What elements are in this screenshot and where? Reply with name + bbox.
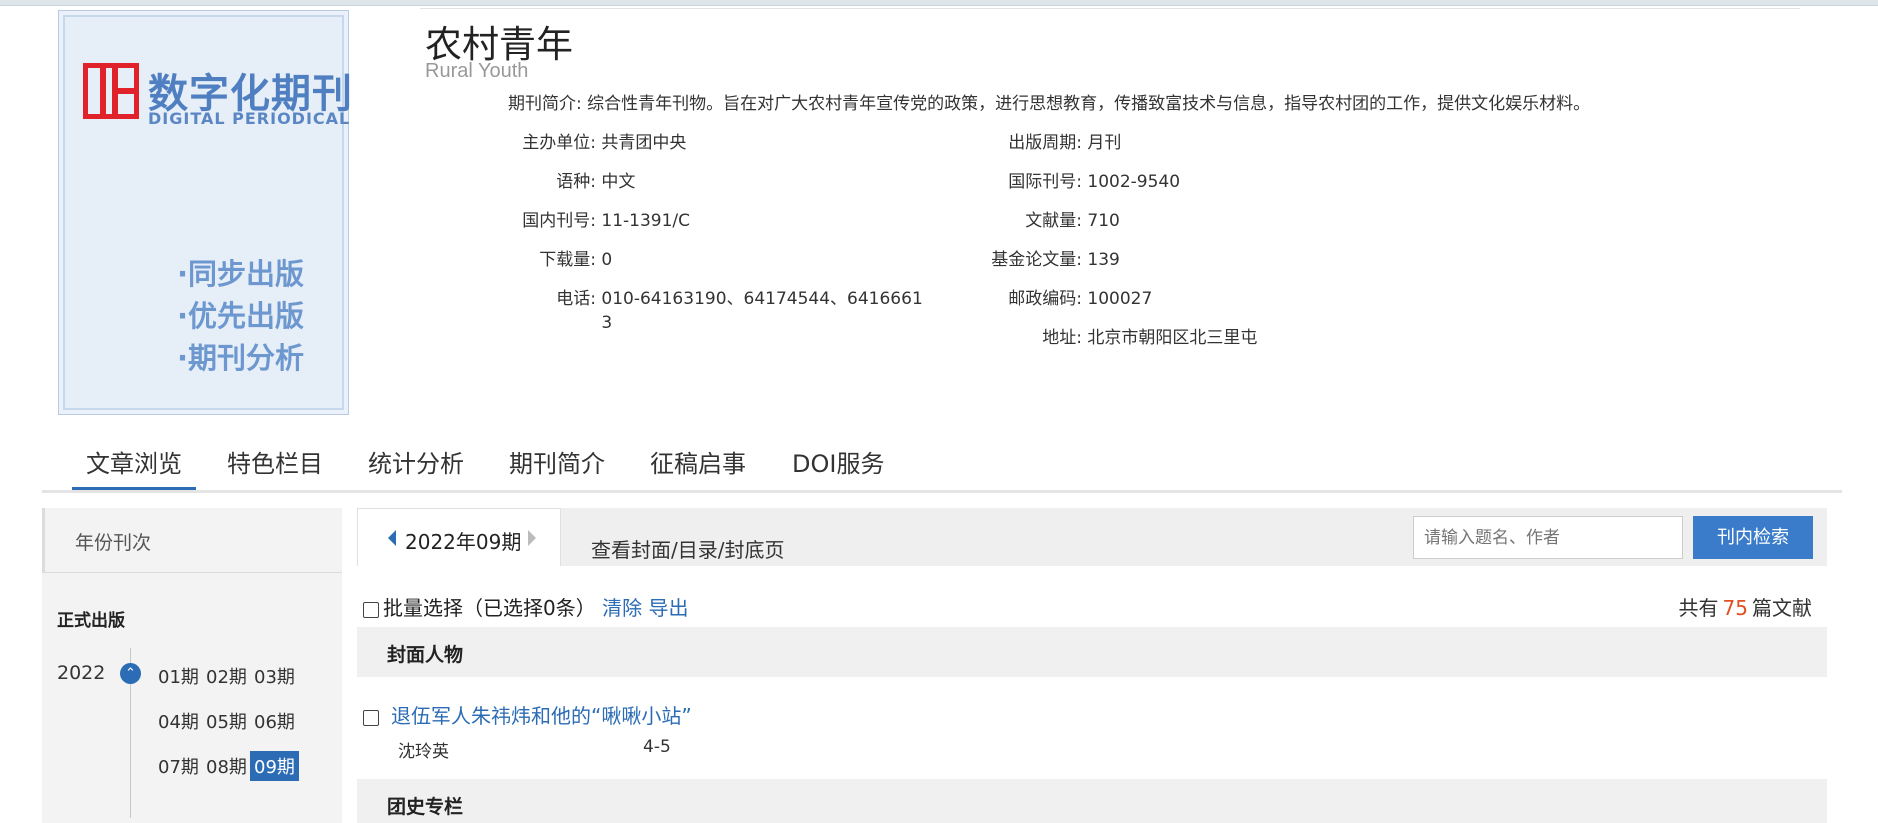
article-title-link[interactable]: 退伍军人朱祎炜和他的“啾啾小站”: [391, 704, 692, 728]
article-checkbox[interactable]: [363, 709, 379, 726]
cover-frame: 数字化期刊 DIGITAL PERIODICAL ·同步出版 ·优先出版 ·期刊…: [63, 15, 352, 410]
section-title: 团史专栏: [387, 796, 464, 818]
issue-link[interactable]: 06期: [250, 706, 299, 736]
issue-toolbar: 2022年09期 查看封面/目录/封底页 刊内检索: [357, 508, 1827, 566]
sidebar-header: 年份刊次: [42, 508, 342, 573]
search-input[interactable]: [1413, 516, 1683, 559]
info-fund-papers: 基金论文量: 139: [980, 248, 1120, 272]
info-value: 010-64163190、64174544、6416661 3: [601, 287, 922, 335]
info-value: 共青团中央: [601, 133, 687, 153]
phone-line-1: 010-64163190、64174544、6416661: [601, 289, 923, 309]
info-address: 地址: 北京市朝阳区北三里屯: [980, 326, 1257, 350]
info-downloads: 下载量: 0: [508, 248, 612, 272]
info-issn: 国际刊号: 1002-9540: [980, 170, 1180, 194]
journal-cover: 数字化期刊 DIGITAL PERIODICAL ·同步出版 ·优先出版 ·期刊…: [58, 10, 352, 415]
info-label: 地址:: [1042, 328, 1082, 348]
logo-text-en: DIGITAL PERIODICAL: [148, 109, 351, 128]
intro-value: 综合性青年刊物。旨在对广大农村青年宣传党的政策，进行思想教育，传播致富技术与信息…: [587, 94, 1591, 114]
info-label: 主办单位:: [522, 133, 596, 153]
current-issue: 2022年09期: [405, 530, 522, 554]
info-label: 邮政编码:: [1008, 289, 1082, 309]
sidebar-header-label: 年份刊次: [75, 532, 152, 554]
cover-feature: ·同步出版: [177, 257, 305, 291]
batch-select: 批量选择（已选择0条） 清除 导出: [363, 592, 688, 621]
search-button[interactable]: 刊内检索: [1693, 516, 1813, 559]
section-title: 封面人物: [387, 644, 464, 666]
issue-link[interactable]: 02期: [202, 661, 251, 691]
issue-switcher: 2022年09期: [357, 508, 561, 566]
digital-periodical-logo-icon: [83, 63, 139, 119]
total-count: 共有 75 篇文献: [1679, 592, 1812, 621]
issue-sidebar: 年份刊次 正式出版 2022 ⌃ 01期 02期 03期 04期 05期 06期…: [42, 508, 342, 823]
section-header: 团史专栏: [357, 779, 1827, 823]
issue-link-selected[interactable]: 09期: [250, 751, 299, 781]
info-value: 1002-9540: [1087, 172, 1181, 192]
tab-article-browse[interactable]: 文章浏览: [72, 444, 196, 490]
top-bar: [0, 0, 1878, 6]
issue-link[interactable]: 08期: [202, 751, 251, 781]
tab-featured-columns[interactable]: 特色栏目: [227, 444, 323, 484]
cover-feature: ·优先出版: [177, 299, 305, 333]
year-label[interactable]: 2022: [57, 662, 105, 684]
issue-link[interactable]: 07期: [154, 751, 203, 781]
info-language: 语种: 中文: [508, 170, 635, 194]
intro-label: 期刊简介:: [508, 94, 582, 114]
info-cn-number: 国内刊号: 11-1391/C: [508, 209, 690, 233]
info-value: 11-1391/C: [601, 211, 691, 231]
tab-call-for-papers[interactable]: 征稿启事: [650, 444, 746, 484]
cover-features: ·同步出版 ·优先出版 ·期刊分析: [177, 253, 304, 379]
prev-issue-icon[interactable]: [388, 530, 396, 546]
info-phone: 电话: 010-64163190、64174544、6416661 3: [508, 287, 923, 335]
journal-subtitle: Rural Youth: [425, 60, 529, 82]
sidebar-section-title: 正式出版: [57, 611, 125, 631]
info-label: 下载量:: [539, 250, 596, 270]
info-host: 主办单位: 共青团中央: [508, 131, 686, 155]
total-number: 75: [1722, 596, 1748, 620]
issue-link[interactable]: 04期: [154, 706, 203, 736]
info-label: 国内刊号:: [522, 211, 596, 231]
issue-link[interactable]: 03期: [250, 661, 299, 691]
info-label: 电话:: [556, 289, 596, 309]
main-tabs: 文章浏览 特色栏目 统计分析 期刊简介 征稿启事 DOI服务: [42, 440, 1842, 493]
info-doc-count: 文献量: 710: [980, 209, 1120, 233]
article-author[interactable]: 沈玲英: [398, 737, 449, 762]
info-label: 国际刊号:: [1008, 172, 1082, 192]
tab-doi-service[interactable]: DOI服务: [792, 444, 884, 484]
info-frequency: 出版周期: 月刊: [980, 131, 1121, 155]
phone-line-2: 3: [601, 313, 613, 333]
batch-label: 批量选择（已选择0条）: [383, 596, 596, 620]
clear-link[interactable]: 清除: [602, 596, 642, 620]
collapse-year-icon[interactable]: ⌃: [120, 663, 141, 684]
total-suffix: 篇文献: [1752, 596, 1812, 620]
export-link[interactable]: 导出: [648, 596, 688, 620]
info-label: 出版周期:: [1008, 133, 1082, 153]
article-pages: 4-5: [643, 737, 671, 757]
issue-link[interactable]: 05期: [202, 706, 251, 736]
tab-statistics[interactable]: 统计分析: [368, 444, 464, 484]
top-divider: [420, 8, 1800, 9]
info-label: 语种:: [556, 172, 596, 192]
issue-link[interactable]: 01期: [154, 661, 203, 691]
next-issue-icon[interactable]: [528, 530, 536, 546]
info-value: 100027: [1087, 289, 1153, 309]
info-value: 0: [601, 250, 613, 270]
info-value: 710: [1087, 211, 1120, 231]
batch-checkbox[interactable]: [363, 601, 379, 618]
info-postcode: 邮政编码: 100027: [980, 287, 1152, 311]
tab-journal-intro[interactable]: 期刊简介: [509, 444, 605, 484]
journal-intro: 期刊简介: 综合性青年刊物。旨在对广大农村青年宣传党的政策，进行思想教育，传播致…: [508, 92, 1590, 116]
info-label: 基金论文量:: [991, 250, 1082, 270]
info-value: 中文: [601, 172, 636, 192]
info-label: 文献量:: [1025, 211, 1082, 231]
info-value: 北京市朝阳区北三里屯: [1087, 328, 1258, 348]
info-value: 月刊: [1087, 133, 1122, 153]
info-value: 139: [1087, 250, 1120, 270]
total-prefix: 共有: [1678, 596, 1719, 620]
article-row: 退伍军人朱祎炜和他的“啾啾小站”: [363, 700, 692, 729]
section-header: 封面人物: [357, 627, 1827, 677]
view-cover-link[interactable]: 查看封面/目录/封底页: [591, 534, 784, 563]
cover-feature: ·期刊分析: [177, 341, 305, 375]
